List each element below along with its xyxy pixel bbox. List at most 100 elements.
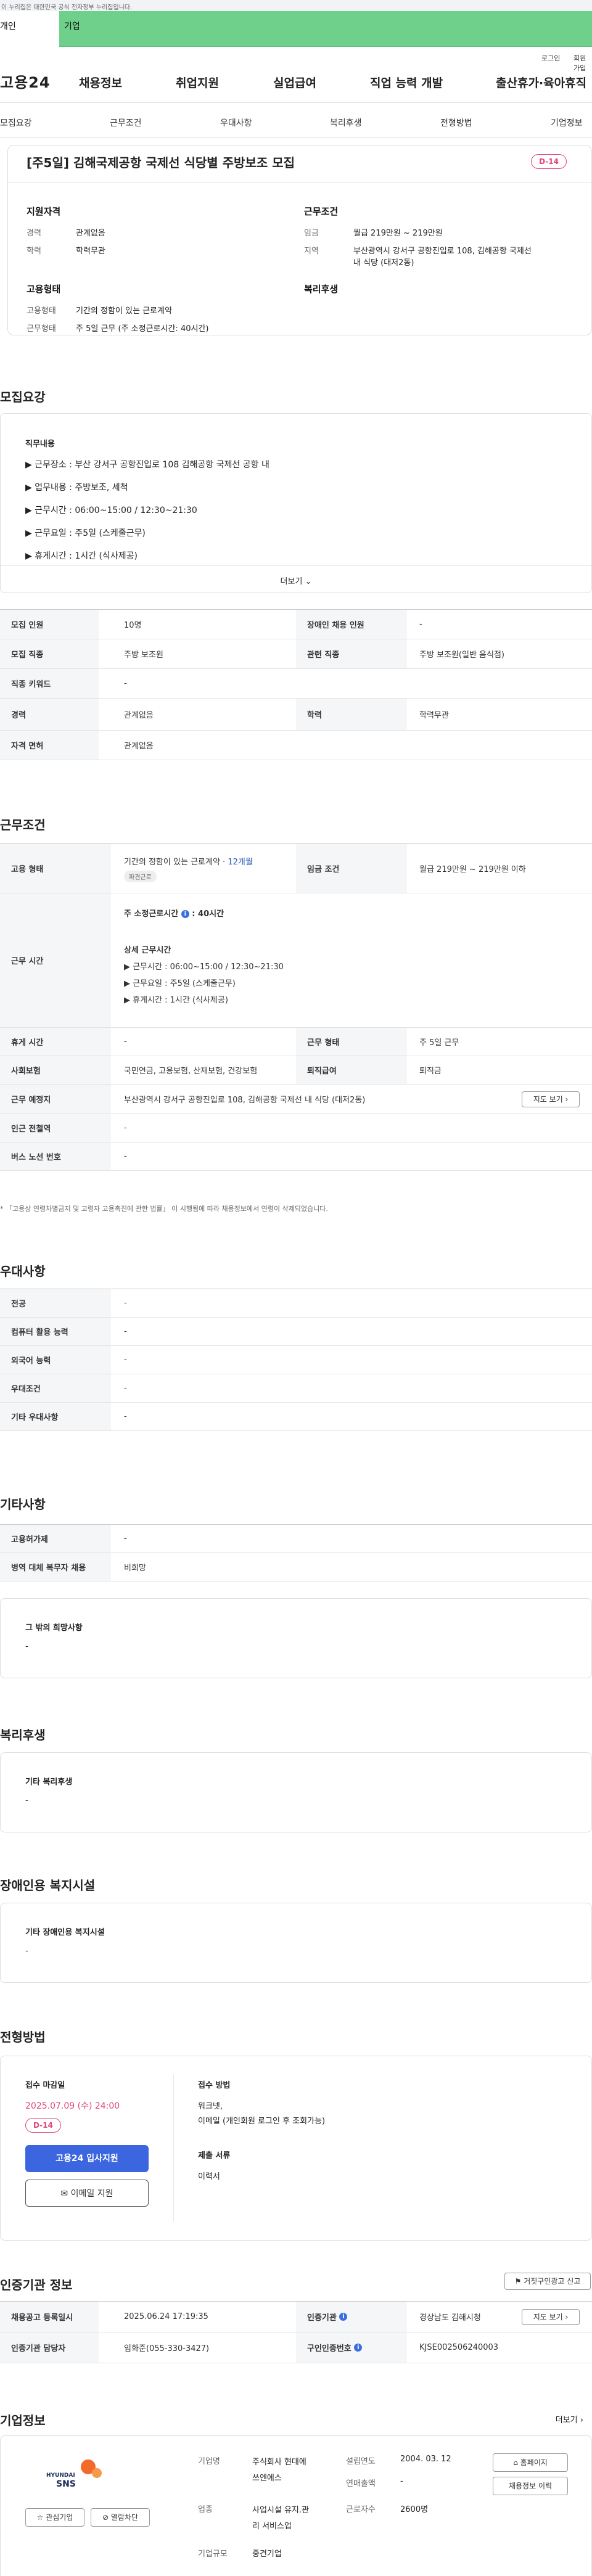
company-logo: HYUNDAI SNS — [38, 2455, 105, 2492]
chevron-right-icon: › — [565, 1095, 569, 1104]
subnav-welfare[interactable]: 복리후생 — [330, 117, 362, 129]
edu-label: 학력 — [27, 247, 41, 256]
recruit-duty-box: 직무내용 ▶ 근무장소 : 부산 강서구 공항진입로 108 김해공항 국제선 … — [0, 413, 592, 593]
table-row: 버스 노선 번호 - — [0, 1142, 592, 1171]
info-icon[interactable]: i — [354, 2344, 363, 2352]
subnav-selection[interactable]: 전형방법 — [440, 117, 472, 129]
subnav-preference[interactable]: 우대사항 — [220, 117, 252, 129]
dday-badge: D-14 — [531, 154, 567, 169]
company-name-label: 기업명 — [198, 2457, 220, 2466]
method-value-2: 이메일 (개인회원 로그인 후 조회가능) — [198, 2117, 326, 2126]
interest-company-button[interactable]: ☆ 관심기업 — [25, 2508, 84, 2527]
age-notice: * 「고용상 연령차별금지 및 고령자 고용촉진에 관한 법률」 이 시행됨에 … — [0, 1205, 328, 1213]
edu-value: 학력무관 — [76, 247, 105, 256]
table-cell: - — [124, 1534, 127, 1543]
agency-map-button[interactable]: 지도 보기 › — [522, 2309, 580, 2325]
company-more-label: 더보기 — [555, 2416, 578, 2425]
chevron-down-icon: ⌄ — [305, 577, 312, 586]
emp-type-cell: 기간의 정함이 있는 근로계약 · 12개월 파견근로 — [113, 844, 253, 893]
job-history-button[interactable]: 채용정보 이력 — [493, 2477, 568, 2495]
table-header: 인근 전철역 — [0, 1114, 111, 1142]
subnav-conditions[interactable]: 근무조건 — [110, 117, 142, 129]
table-header: 근무 시간 — [0, 893, 111, 1027]
gnav-jobs[interactable]: 채용정보 — [79, 74, 122, 91]
welfare-box: 기타 복리후생 - — [0, 1752, 592, 1832]
company-more-link[interactable]: 더보기 › — [556, 2413, 583, 2425]
emp-type-value: 기간의 정함이 있는 근로계약 — [124, 857, 220, 867]
duty-line: ▶ 근무요일 : 주5일 (스케줄근무) — [25, 528, 146, 538]
work-type-row: 근무형태 주 5일 근무 (주 소정근로시간: 40시간) — [27, 322, 208, 334]
divider — [173, 2075, 174, 2221]
table-cell: 주방 보조원 — [124, 650, 163, 660]
global-header: 고용24 채용정보 취업지원 실업급여 직업 능력 개발 출산휴가·육아휴직 — [0, 65, 592, 100]
emp-type-label: 고용형태 — [27, 306, 56, 316]
table-row: 채용공고 등록일시 2025.06.24 17:19:35 인증기관 i 경상남… — [0, 2302, 592, 2332]
table-cell: - — [124, 1412, 127, 1421]
duty-line: ▶ 근무장소 : 부산 강서구 공항진입로 108 김해공항 국제선 공항 내 — [25, 460, 269, 470]
company-name-line-2: 쓰엔에스 — [252, 2474, 282, 2483]
cert-table: 채용공고 등록일시 2025.06.24 17:19:35 인증기관 i 경상남… — [0, 2301, 592, 2363]
industry-label: 업종 — [198, 2505, 213, 2514]
homepage-button[interactable]: ⌂ 홈페이지 — [493, 2453, 568, 2472]
company-name-line-1: 주식회사 현대에 — [252, 2458, 306, 2467]
table-cell: KJSE002506240003 — [419, 2343, 499, 2352]
subnav-recruit[interactable]: 모집요강 — [0, 117, 32, 129]
table-cell: - — [124, 1355, 127, 1364]
founded-value: 2004. 03. 12 — [400, 2455, 451, 2464]
edu-row: 학력 학력무관 — [27, 244, 105, 256]
deadline-value: 2025.07.09 (수) 24:00 — [25, 2101, 120, 2111]
email-apply-button[interactable]: ✉ 이메일 지원 — [25, 2180, 149, 2207]
table-cell: 비희망 — [124, 1564, 146, 1573]
report-icon: ⚑ — [514, 2277, 522, 2286]
report-fake-ad-button[interactable]: ⚑ 거짓구인광고 신고 — [504, 2273, 591, 2290]
company-section-title: 기업정보 — [0, 2413, 46, 2428]
tab-individual[interactable]: 개인 — [0, 11, 59, 47]
svg-text:SNS: SNS — [56, 2479, 76, 2489]
deadline-heading: 접수 마감일 — [25, 2081, 65, 2090]
map-button[interactable]: 지도 보기 › — [522, 1091, 580, 1107]
mail-icon: ✉ — [60, 2189, 68, 2199]
info-icon[interactable]: i — [181, 910, 189, 918]
table-header: 관련 직종 — [296, 639, 407, 668]
login-link[interactable]: 로그인 — [541, 53, 560, 63]
extra-wishes-value: - — [25, 1642, 28, 1651]
table-row: 인증기관 담당자 임화준(055-330-3427) 구인인증번호 i KJSE… — [0, 2332, 592, 2363]
gnav-unemployment-benefit[interactable]: 실업급여 — [273, 74, 316, 91]
chevron-right-icon: › — [565, 2313, 569, 2321]
table-header: 컴퓨터 활용 능력 — [0, 1318, 111, 1345]
tab-corporate[interactable]: 기업 — [64, 11, 80, 47]
career-row: 경력 관계없음 — [27, 226, 105, 238]
table-cell: 2025.06.24 17:19:35 — [124, 2312, 208, 2321]
table-row: 자격 면허 관계없음 — [0, 731, 592, 760]
preference-section-title: 우대사항 — [0, 1264, 46, 1279]
gov-notice-text: 이 누리집은 대한민국 공식 전자정부 누리집입니다. — [1, 4, 133, 11]
qualification-heading: 지원자격 — [27, 206, 61, 217]
career-value: 관계없음 — [76, 229, 105, 238]
table-row: 기타 우대사항 - — [0, 1403, 592, 1431]
table-cell: - — [124, 1152, 127, 1161]
more-button[interactable]: 더보기 ⌄ — [1, 565, 591, 594]
table-header: 병역 대체 복무자 채용 — [0, 1553, 111, 1581]
info-icon[interactable]: i — [339, 2313, 348, 2321]
apply-button[interactable]: 고용24 입사지원 — [25, 2145, 149, 2172]
table-header: 구인인증번호 i — [296, 2332, 407, 2363]
gnav-employment-support[interactable]: 취업지원 — [176, 74, 219, 91]
table-cell: 국민연금, 고용보험, 산재보험, 건강보험 — [124, 1067, 258, 1076]
site-logo[interactable]: 고용24 — [0, 70, 51, 92]
gnav-parental-leave[interactable]: 출산휴가·육아휴직 — [496, 74, 586, 91]
table-header: 인증기관 i — [296, 2302, 407, 2332]
other-table: 고용허가제 - 병역 대체 복무자 채용 비희망 — [0, 1524, 592, 1581]
subnav-company[interactable]: 기업정보 — [551, 117, 583, 129]
emp-type-value: 기간의 정함이 있는 근로계약 — [76, 306, 172, 316]
table-header: 근무 예정지 — [0, 1085, 111, 1114]
detail-hours-line: ▶ 근무시간 : 06:00~15:00 / 12:30~21:30 — [124, 962, 284, 972]
table-header: 버스 노선 번호 — [0, 1142, 111, 1170]
recruit-section-title: 모집요강 — [0, 390, 46, 404]
employees-value: 2600명 — [400, 2505, 429, 2514]
table-cell: - — [124, 1037, 127, 1046]
gnav-skills-dev[interactable]: 직업 능력 개발 — [370, 74, 443, 91]
table-header: 퇴직급여 — [296, 1056, 407, 1084]
welfare-value: - — [25, 1796, 28, 1805]
other-section-title: 기타사항 — [0, 1497, 46, 1512]
block-view-button[interactable]: ⊘ 열람차단 — [91, 2508, 150, 2527]
